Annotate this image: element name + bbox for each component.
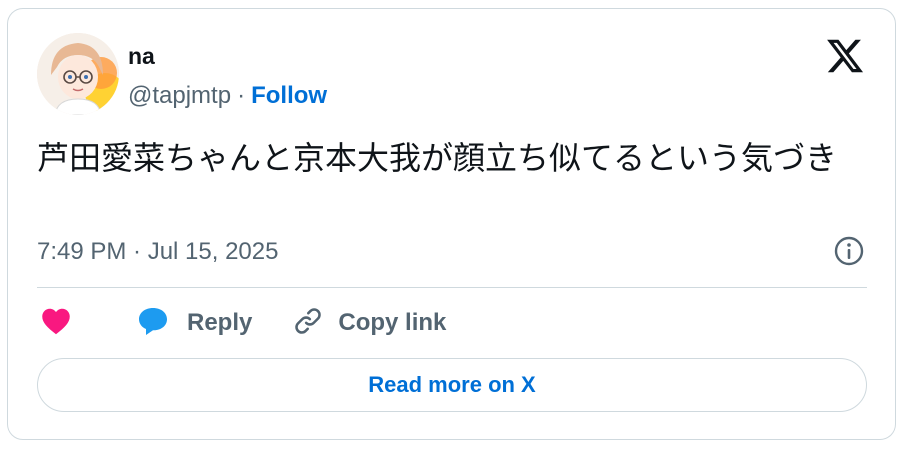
reply-bubble-icon bbox=[137, 306, 169, 341]
x-logo-icon[interactable] bbox=[825, 36, 865, 76]
embedded-tweet-card: na @tapjmtp · Follow 芦田愛菜ちゃんと京本大我が顔立ち似てるとい… bbox=[7, 8, 896, 440]
author-handle-row: @tapjmtp · Follow bbox=[128, 82, 327, 110]
follow-button[interactable]: Follow bbox=[251, 82, 327, 109]
heart-icon bbox=[41, 307, 71, 340]
link-icon bbox=[292, 305, 324, 342]
divider bbox=[37, 287, 867, 288]
author-handle[interactable]: @tapjmtp bbox=[128, 82, 231, 109]
copy-link-label: Copy link bbox=[338, 309, 447, 336]
like-button[interactable] bbox=[41, 307, 71, 340]
tweet-timestamp[interactable]: 7:49 PM · Jul 15, 2025 bbox=[37, 238, 278, 266]
reply-button[interactable]: Reply bbox=[137, 306, 252, 341]
info-icon[interactable] bbox=[833, 235, 865, 267]
reply-label: Reply bbox=[187, 309, 253, 336]
avatar[interactable] bbox=[37, 33, 119, 115]
separator-dot: · bbox=[237, 82, 246, 109]
copy-link-button[interactable]: Copy link bbox=[292, 305, 446, 342]
author-display-name[interactable]: na bbox=[128, 43, 155, 70]
action-bar: Reply Copy link bbox=[37, 305, 446, 341]
tweet-text: 芦田愛菜ちゃんと京本大我が顔立ち似てるという気づき bbox=[37, 139, 838, 177]
read-more-button[interactable]: Read more on X bbox=[37, 358, 867, 412]
